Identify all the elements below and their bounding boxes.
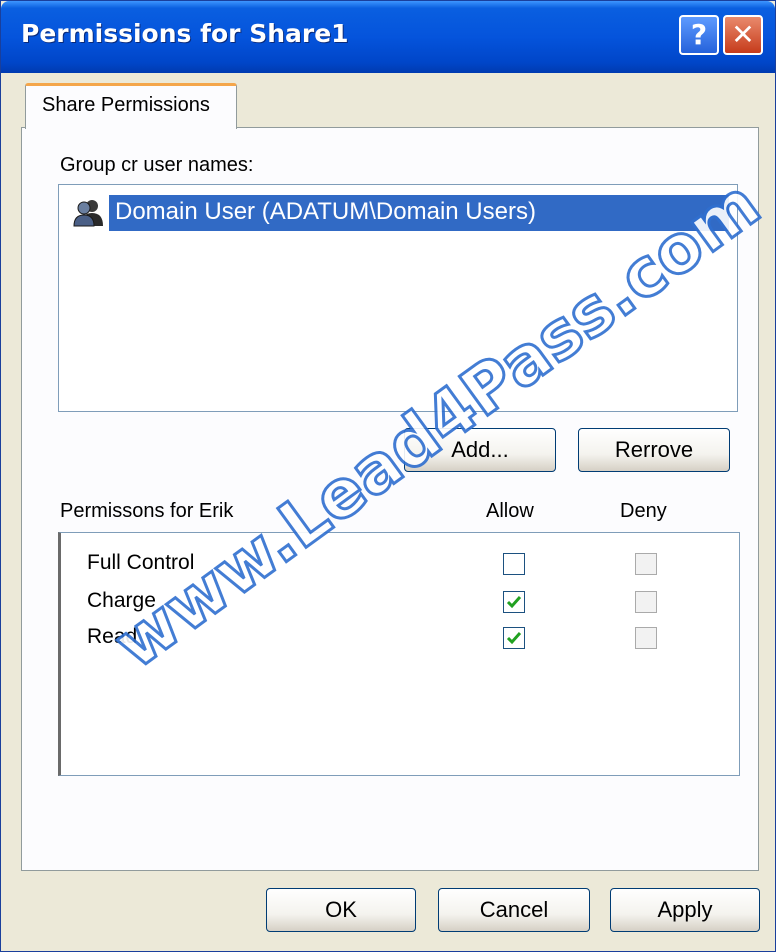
allow-column-header: Allow bbox=[486, 500, 534, 522]
cancel-button[interactable]: Cancel bbox=[438, 888, 590, 932]
user-name: Domain User (ADATUM\Domain Users) bbox=[115, 198, 536, 225]
close-button[interactable]: ✕ bbox=[723, 15, 763, 55]
deny-change-checkbox[interactable] bbox=[635, 591, 657, 613]
deny-full-control-checkbox[interactable] bbox=[635, 553, 657, 575]
permission-row-read: Read bbox=[61, 619, 737, 655]
deny-read-checkbox[interactable] bbox=[635, 627, 657, 649]
group-users-icon bbox=[73, 200, 103, 227]
permissions-list: Full Control Charge Read bbox=[58, 532, 740, 776]
help-button[interactable]: ? bbox=[679, 15, 719, 55]
checkmark-icon bbox=[506, 596, 522, 609]
permission-name: Read bbox=[87, 625, 138, 648]
allow-full-control-checkbox[interactable] bbox=[503, 553, 525, 575]
permission-name: Charge bbox=[87, 589, 156, 612]
window-title: Permissions for Share1 bbox=[21, 19, 349, 48]
permissions-for-label: Permissons for Erik bbox=[60, 500, 234, 522]
permission-row-change: Charge bbox=[61, 583, 737, 619]
permission-row-full-control: Full Control bbox=[61, 545, 737, 581]
group-user-names-label: Group cr user names: bbox=[60, 154, 254, 176]
remove-button[interactable]: Rerrove bbox=[578, 428, 730, 472]
deny-column-header: Deny bbox=[620, 500, 667, 522]
add-button[interactable]: Add... bbox=[404, 428, 556, 472]
list-item[interactable]: Domain User (ADATUM\Domain Users) bbox=[109, 195, 729, 231]
allow-change-checkbox[interactable] bbox=[503, 591, 525, 613]
apply-button[interactable]: Apply bbox=[610, 888, 760, 932]
title-bar[interactable]: Permissions for Share1 ? ✕ bbox=[1, 1, 775, 73]
allow-read-checkbox[interactable] bbox=[503, 627, 525, 649]
checkmark-icon bbox=[506, 632, 522, 645]
permission-name: Full Control bbox=[87, 551, 195, 574]
permissions-dialog: Permissions for Share1 ? ✕ Share Permiss… bbox=[0, 0, 776, 952]
tab-label: Share Permissions bbox=[42, 94, 210, 116]
ok-button[interactable]: OK bbox=[266, 888, 416, 932]
user-list[interactable]: Domain User (ADATUM\Domain Users) bbox=[58, 184, 738, 412]
tab-share-permissions[interactable]: Share Permissions bbox=[25, 83, 237, 129]
